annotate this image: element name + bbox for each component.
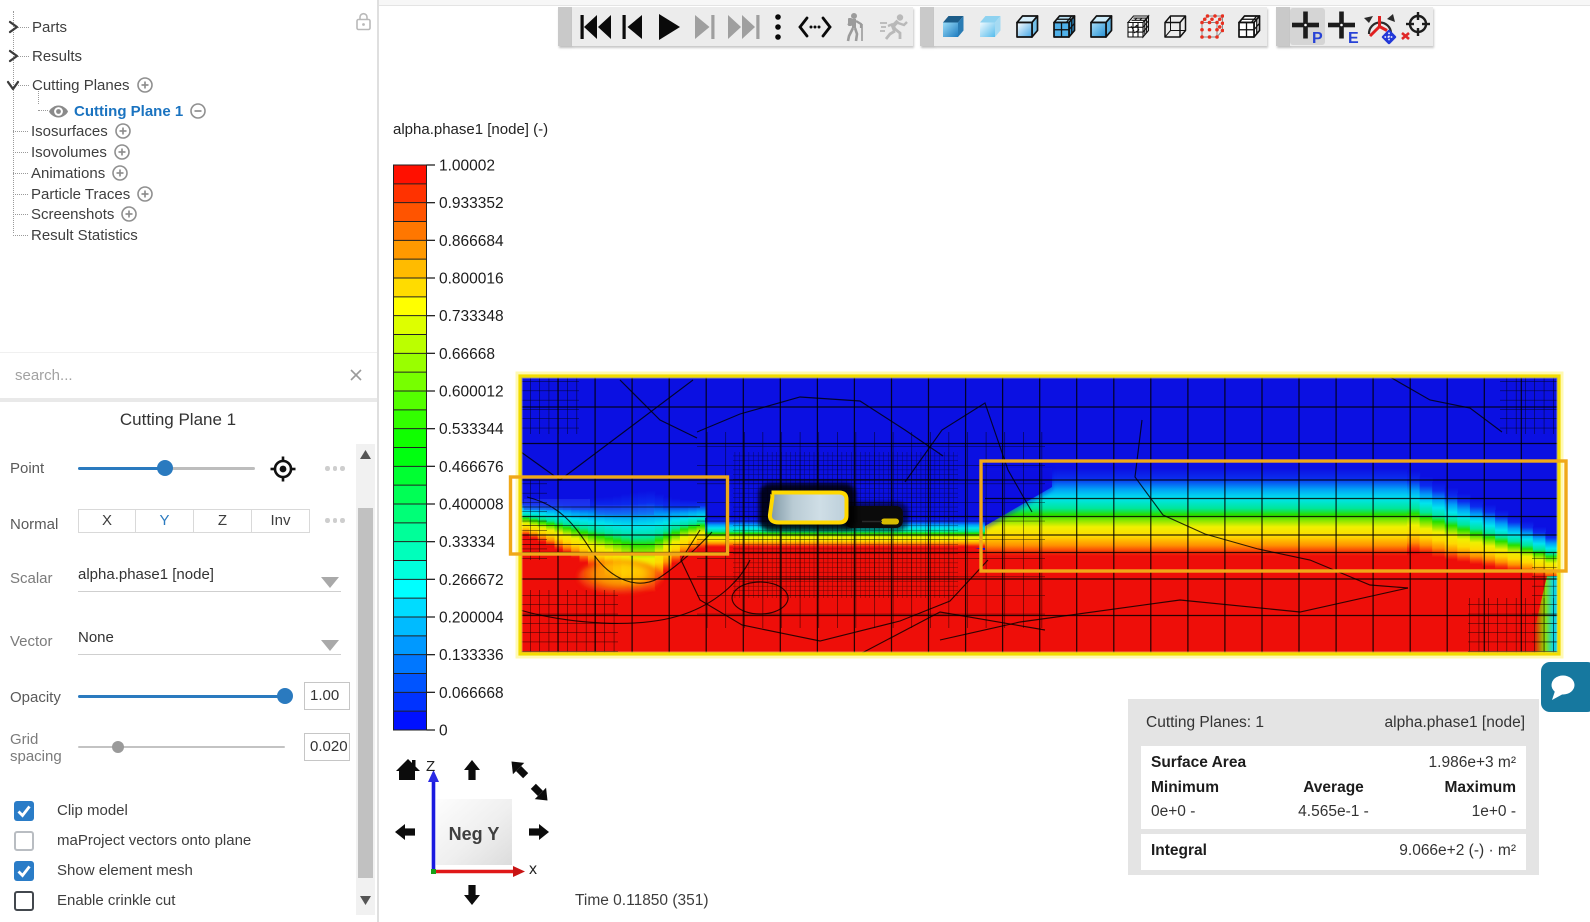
svg-text:0.133336: 0.133336 <box>439 647 504 664</box>
svg-text:P: P <box>1312 30 1323 45</box>
svg-text:0.933352: 0.933352 <box>439 195 504 212</box>
svg-text:Z: Z <box>426 758 435 775</box>
svg-text:Neg Y: Neg Y <box>449 824 500 844</box>
svg-text:1.00002: 1.00002 <box>439 158 495 175</box>
svg-text:0.066668: 0.066668 <box>439 685 504 702</box>
svg-text:0.600012: 0.600012 <box>439 384 504 401</box>
svg-text:0.466676: 0.466676 <box>439 459 504 476</box>
svg-text:0.66668: 0.66668 <box>439 346 495 363</box>
svg-text:x: x <box>529 861 537 878</box>
svg-text:0.800016: 0.800016 <box>439 271 504 288</box>
svg-text:0.733348: 0.733348 <box>439 308 504 325</box>
svg-text:0.866684: 0.866684 <box>439 233 504 250</box>
svg-text:0: 0 <box>439 723 448 740</box>
svg-text:0.400008: 0.400008 <box>439 497 504 514</box>
svg-text:0.266672: 0.266672 <box>439 572 504 589</box>
svg-text:0.33334: 0.33334 <box>439 534 495 551</box>
svg-text:E: E <box>1348 30 1359 45</box>
